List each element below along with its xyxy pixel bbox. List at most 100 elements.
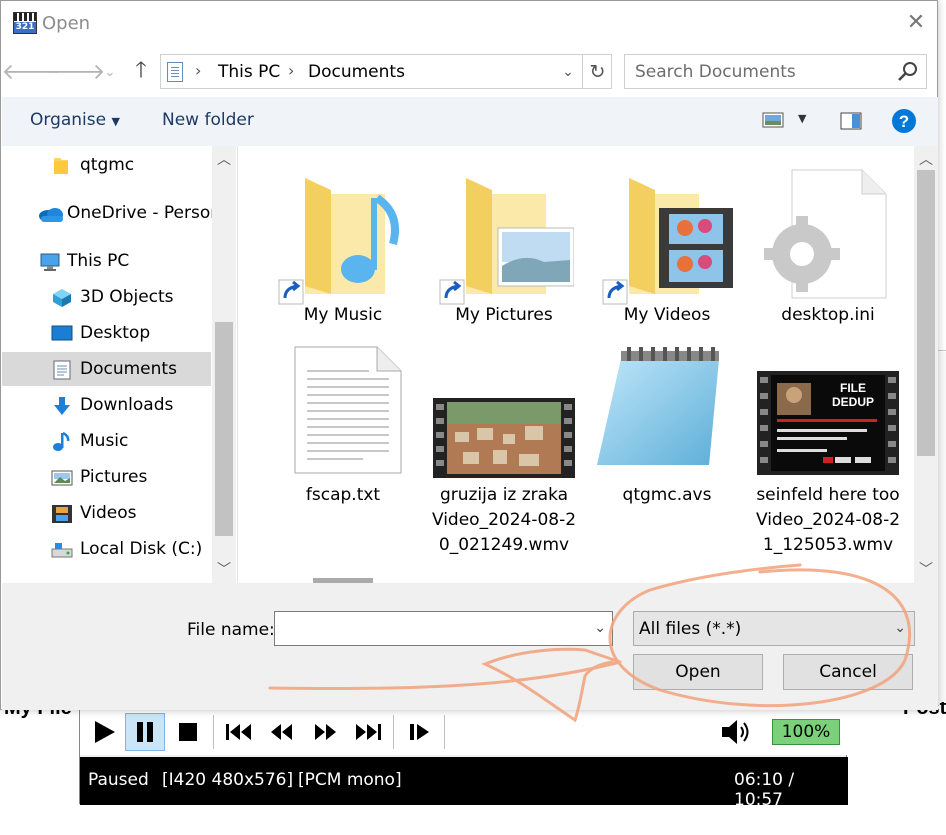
scroll-thumb[interactable] (917, 170, 935, 456)
previous-button[interactable] (219, 713, 259, 751)
file-name-line: gruzija iz zraka (439, 485, 569, 505)
nav-item-3d-objects[interactable]: 3D Objects (2, 280, 211, 314)
nav-item-downloads[interactable]: Downloads (2, 388, 211, 422)
scroll-up-icon[interactable]: ︿ (212, 150, 236, 170)
stop-button[interactable] (168, 713, 208, 751)
nav-item-onedrive[interactable]: OneDrive - Person (2, 196, 221, 230)
nav-item-label: Desktop (80, 323, 151, 343)
search-placeholder: Search Documents (635, 62, 796, 82)
speaker-icon (722, 720, 749, 744)
playback-state: Paused (88, 770, 149, 790)
audio-format: [PCM mono] (298, 770, 402, 790)
nav-item-label: OneDrive - Person (67, 203, 222, 223)
file-name: fscap.txt (305, 485, 381, 505)
pause-button[interactable] (125, 713, 165, 751)
chevron-right-icon: › (195, 61, 202, 80)
file-item[interactable]: fscap.txt (263, 341, 423, 521)
dialog-title: Open (42, 13, 91, 34)
scroll-thumb[interactable] (215, 322, 233, 536)
rewind-icon (271, 724, 292, 740)
file-list-scrollbar[interactable]: ︿ ﹀ (914, 146, 938, 583)
address-bar[interactable]: › This PC › Documents ⌄ ↻ (160, 54, 612, 89)
computer-icon (40, 253, 60, 271)
recent-locations-button[interactable]: ⌄ (101, 57, 119, 87)
documents-icon (53, 360, 71, 380)
nav-item-music[interactable]: Music (2, 424, 211, 458)
file-item[interactable]: My Pictures (424, 161, 584, 341)
settings-file-icon (764, 169, 887, 299)
file-item[interactable]: My Videos (587, 161, 747, 341)
file-type-select[interactable]: All files (*.*) ⌄ (633, 611, 915, 646)
nav-item-qtgmc[interactable]: qtgmc (2, 148, 211, 182)
rewind-button[interactable] (262, 713, 302, 751)
drive-icon (51, 543, 73, 558)
open-button[interactable]: Open (633, 654, 763, 690)
scroll-up-icon[interactable]: ︿ (914, 150, 938, 170)
skip-forward-icon (356, 724, 381, 740)
forward-nav-button[interactable]: 🡒 (47, 57, 106, 87)
video-thumbnail-icon (433, 398, 575, 478)
nav-item-videos[interactable]: Videos (2, 496, 211, 530)
next-button[interactable] (348, 713, 388, 751)
open-dialog: 321 Open ✕ 🡐 🡒 ⌄ 🡑 › This PC › Documents… (0, 0, 938, 710)
file-list: My Music My Pictures My Videos desktop.i… (238, 146, 914, 583)
breadcrumb-this-pc[interactable]: This PC (218, 62, 280, 82)
title-bar: 321 Open ✕ (1, 1, 937, 47)
search-icon (898, 62, 917, 81)
organise-label: Organise (30, 110, 107, 130)
back-button[interactable]: 🡐 (2, 57, 61, 87)
nav-item-label: This PC (67, 251, 130, 271)
background-edge (938, 350, 946, 351)
file-name: My Pictures (455, 305, 553, 325)
cancel-button[interactable]: Cancel (783, 654, 913, 690)
caret-down-icon: ▼ (111, 115, 120, 128)
close-button[interactable]: ✕ (902, 7, 930, 39)
chevron-right-icon: › (288, 61, 295, 80)
file-item[interactable]: gruzija iz zraka Video_2024-08-2 0_02124… (424, 341, 584, 561)
new-folder-button[interactable]: New folder (162, 110, 254, 130)
file-item[interactable]: desktop.ini (748, 161, 908, 341)
address-dropdown[interactable]: ⌄ (557, 59, 579, 85)
scroll-down-icon[interactable]: ﹀ (212, 560, 236, 580)
mute-button[interactable] (716, 713, 756, 751)
nav-item-label: Pictures (80, 467, 148, 487)
up-button[interactable]: 🡑 (128, 57, 154, 87)
organise-button[interactable]: Organise ▼ (30, 110, 120, 130)
nav-item-desktop[interactable]: Desktop (2, 316, 211, 350)
file-item[interactable]: FILE DEDUP seinfeld here too Video_2024-… (748, 341, 908, 561)
nav-item-label: Documents (80, 359, 177, 379)
skip-back-icon (226, 724, 251, 740)
play-button[interactable] (84, 713, 124, 751)
nav-item-pictures[interactable]: Pictures (2, 460, 211, 494)
stop-icon (179, 723, 197, 741)
file-name-label: File name: (187, 620, 275, 640)
search-input[interactable]: Search Documents (624, 54, 927, 89)
navigation-scrollbar[interactable]: ︿ ﹀ (212, 146, 236, 583)
file-item[interactable]: qtgmc.avs (587, 341, 747, 521)
videos-icon (52, 505, 72, 523)
controls-separator (393, 715, 394, 749)
play-icon (95, 721, 115, 743)
nav-item-documents[interactable]: Documents (2, 352, 211, 386)
file-name-line: 0_021249.wmv (438, 535, 570, 555)
file-item[interactable]: My Music (263, 161, 423, 341)
pause-icon (137, 722, 153, 742)
music-folder-shortcut-icon (278, 178, 399, 305)
videos-folder-shortcut-icon (602, 178, 733, 305)
frame-step-button[interactable] (400, 713, 440, 751)
help-icon[interactable]: ? (891, 108, 917, 134)
nav-item-this-pc[interactable]: This PC (2, 244, 211, 278)
preview-pane-icon[interactable] (840, 112, 862, 130)
nav-item-local-disk[interactable]: Local Disk (C:) (2, 532, 211, 566)
chevron-down-icon[interactable]: ⌄ (594, 620, 606, 636)
controls-separator (444, 715, 445, 749)
breadcrumb-documents[interactable]: Documents (308, 62, 405, 82)
nav-item-label: Downloads (80, 395, 174, 415)
view-options-button[interactable]: ▼ (762, 111, 810, 133)
forward-button[interactable] (305, 713, 345, 751)
dialog-footer: File name: ⌄ All files (*.*) ⌄ Open Canc… (2, 583, 938, 710)
file-name-input[interactable]: ⌄ (274, 611, 613, 646)
refresh-button[interactable]: ↻ (582, 55, 612, 88)
scroll-down-icon[interactable]: ﹀ (914, 560, 938, 580)
volume-level[interactable]: 100% (772, 719, 840, 745)
